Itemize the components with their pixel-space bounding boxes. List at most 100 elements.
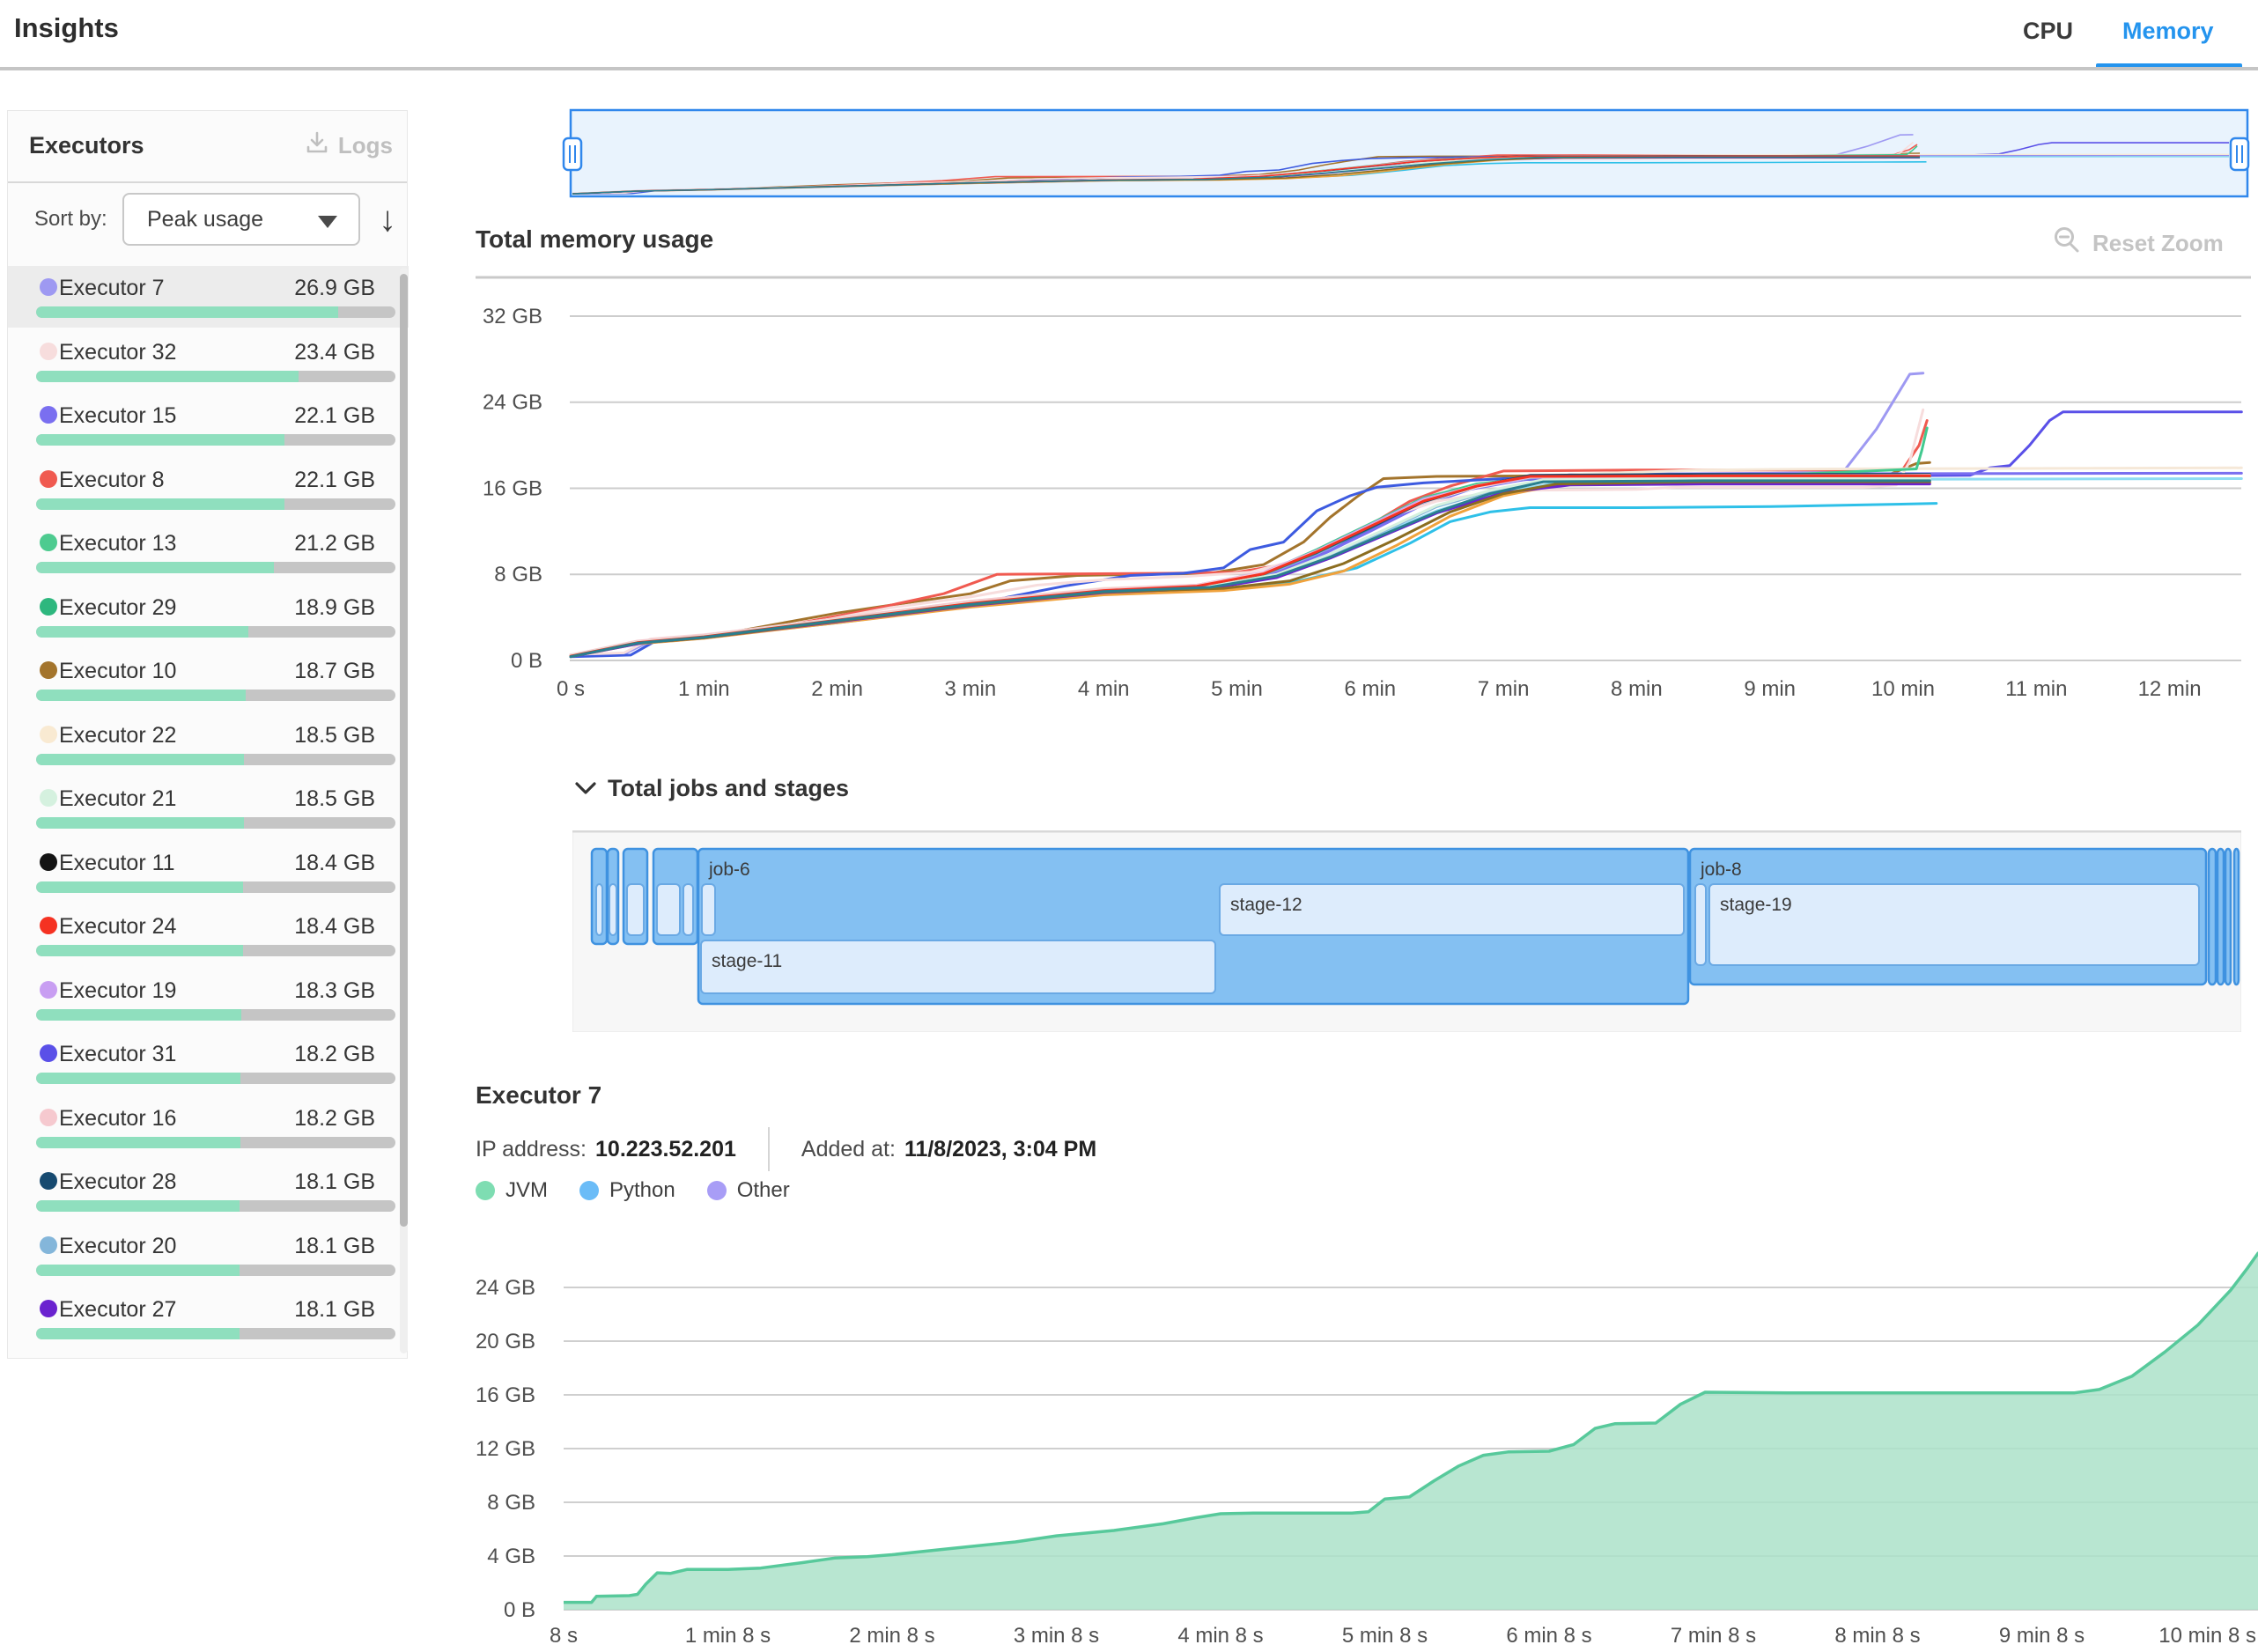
gantt-bar[interactable]	[657, 884, 680, 935]
executor-list-item[interactable]: Executor 2818.1 GB	[8, 1160, 409, 1221]
executor-name: Executor 24	[59, 914, 176, 940]
svg-text:5 min: 5 min	[1211, 677, 1263, 701]
svg-text:7 min: 7 min	[1478, 677, 1530, 701]
executor-list-item[interactable]: Executor 1618.2 GB	[8, 1096, 409, 1158]
executor-list-item[interactable]: Executor 1118.4 GB	[8, 841, 409, 903]
jobs-stages-gantt: job-6stage-12stage-11job-8stage-19	[572, 830, 2241, 1032]
executor-list-item[interactable]: Executor 3118.2 GB	[8, 1032, 409, 1094]
reset-zoom-label: Reset Zoom	[2092, 230, 2224, 257]
executor-list-item[interactable]: Executor 1018.7 GB	[8, 649, 409, 711]
executor-color-dot	[40, 661, 57, 679]
executor-list-item[interactable]: Executor 726.9 GB	[8, 266, 409, 328]
executor-color-dot	[40, 278, 57, 296]
executor-usage-bar	[36, 1137, 395, 1148]
executor-color-dot	[40, 1044, 57, 1062]
svg-text:3 min: 3 min	[945, 677, 997, 701]
gantt-bar[interactable]	[609, 884, 616, 935]
sort-select-value: Peak usage	[147, 207, 263, 232]
executor-list-item[interactable]: Executor 822.1 GB	[8, 458, 409, 520]
gantt-bar[interactable]	[683, 884, 693, 935]
sort-select[interactable]: Peak usage	[122, 193, 360, 246]
svg-text:2 min 8 s: 2 min 8 s	[849, 1624, 934, 1648]
page-title: Insights	[14, 12, 119, 44]
jobs-stages-title: Total jobs and stages	[608, 775, 849, 802]
other-dot-icon	[707, 1181, 727, 1200]
executor-usage-bar	[36, 562, 395, 573]
logs-button[interactable]: Logs	[305, 130, 393, 161]
executor-usage-bar	[36, 371, 395, 382]
executor-usage-bar-fill	[36, 371, 299, 382]
executor-name: Executor 16	[59, 1106, 176, 1132]
legend-label-other: Other	[737, 1178, 790, 1203]
svg-text:8 min: 8 min	[1611, 677, 1663, 701]
svg-text:4 GB: 4 GB	[487, 1545, 535, 1568]
gantt-bar[interactable]	[627, 884, 644, 935]
header-divider	[0, 67, 2258, 70]
executor-usage-bar	[36, 1073, 395, 1084]
gantt-bar[interactable]	[2209, 849, 2216, 985]
gantt-bar[interactable]	[1695, 884, 1706, 965]
gantt-stage-bar[interactable]: stage-19	[1709, 884, 2199, 965]
zoom-brush-chart[interactable]	[555, 84, 2258, 211]
executor-usage-bar-fill	[36, 1009, 241, 1021]
brush-handle-right[interactable]	[2231, 138, 2248, 170]
executor-list-item[interactable]: Executor 2118.5 GB	[8, 777, 409, 838]
executor-memory-area-chart[interactable]: 24 GB20 GB16 GB12 GB8 GB4 GB0 B8 s1 min …	[476, 1242, 2258, 1652]
tab-memory[interactable]: Memory	[2122, 18, 2214, 45]
svg-text:7 min 8 s: 7 min 8 s	[1671, 1624, 1756, 1648]
executor-list-item[interactable]: Executor 1321.2 GB	[8, 521, 409, 583]
executor-list-item[interactable]: Executor 2218.5 GB	[8, 713, 409, 775]
gantt-bar[interactable]	[2225, 849, 2231, 985]
executor-list-item[interactable]: Executor 24 18.4 GB	[8, 904, 409, 966]
gantt-bar[interactable]	[2217, 849, 2224, 985]
tab-cpu[interactable]: CPU	[2023, 18, 2073, 45]
jvm-dot-icon	[476, 1181, 495, 1200]
gantt-bar[interactable]	[702, 884, 715, 935]
brush-handle-left[interactable]	[564, 138, 581, 170]
svg-text:9 min 8 s: 9 min 8 s	[1999, 1624, 2085, 1648]
executor-peak-value: 22.1 GB	[294, 403, 375, 429]
executor-list-item[interactable]: Executor 2718.1 GB	[8, 1287, 409, 1349]
gantt-stage-bar[interactable]: stage-11	[701, 940, 1215, 993]
divider	[8, 181, 407, 183]
jobs-stages-toggle[interactable]: Total jobs and stages	[574, 775, 849, 802]
executor-list-item[interactable]: Executor 2918.9 GB	[8, 586, 409, 647]
executor-peak-value: 18.4 GB	[294, 914, 375, 940]
executor-usage-bar	[36, 306, 395, 318]
sort-direction-button[interactable]: ↓	[367, 196, 408, 242]
svg-text:16 GB: 16 GB	[483, 476, 542, 500]
executor-name: Executor 29	[59, 595, 176, 621]
executor-peak-value: 18.3 GB	[294, 978, 375, 1004]
executors-panel: Executors Logs Sort by: Peak usage ↓ Exe…	[7, 110, 408, 1359]
reset-zoom-button[interactable]: Reset Zoom	[2052, 225, 2224, 262]
svg-text:32 GB: 32 GB	[483, 305, 542, 328]
executor-list-item[interactable]: Executor 1522.1 GB	[8, 394, 409, 455]
executor-peak-value: 18.5 GB	[294, 786, 375, 812]
svg-text:6 min 8 s: 6 min 8 s	[1506, 1624, 1591, 1648]
gantt-bar[interactable]	[2234, 849, 2239, 985]
executor-list-item[interactable]: Executor 2018.1 GB	[8, 1224, 409, 1286]
gantt-bar[interactable]	[596, 884, 602, 935]
sort-by-label: Sort by:	[34, 207, 107, 232]
executor-usage-bar	[36, 1265, 395, 1276]
memory-type-legend: JVM Python Other	[476, 1178, 790, 1203]
executor-usage-bar	[36, 817, 395, 829]
total-memory-usage-chart[interactable]: 32 GB24 GB16 GB8 GB0 B0 s1 min2 min3 min…	[476, 264, 2258, 740]
executor-list-item[interactable]: Executor 19 18.3 GB	[8, 969, 409, 1030]
executor-usage-bar	[36, 434, 395, 446]
gantt-stage-bar[interactable]: stage-12	[1220, 884, 1684, 935]
svg-text:4 min 8 s: 4 min 8 s	[1177, 1624, 1263, 1648]
scrollbar-thumb[interactable]	[400, 274, 408, 1227]
python-dot-icon	[579, 1181, 599, 1200]
svg-text:job-6: job-6	[708, 859, 750, 880]
executor-list-item[interactable]: Executor 3223.4 GB	[8, 330, 409, 392]
executor-name: Executor 11	[59, 851, 175, 876]
executors-title: Executors	[29, 132, 144, 159]
executor-usage-bar-fill	[36, 1328, 240, 1339]
executor-usage-bar	[36, 881, 395, 893]
svg-text:16 GB: 16 GB	[476, 1383, 535, 1407]
svg-text:0 B: 0 B	[504, 1598, 535, 1622]
executor-usage-bar-fill	[36, 1200, 240, 1212]
executor-name: Executor 19	[59, 978, 176, 1004]
svg-text:8 GB: 8 GB	[494, 563, 542, 586]
